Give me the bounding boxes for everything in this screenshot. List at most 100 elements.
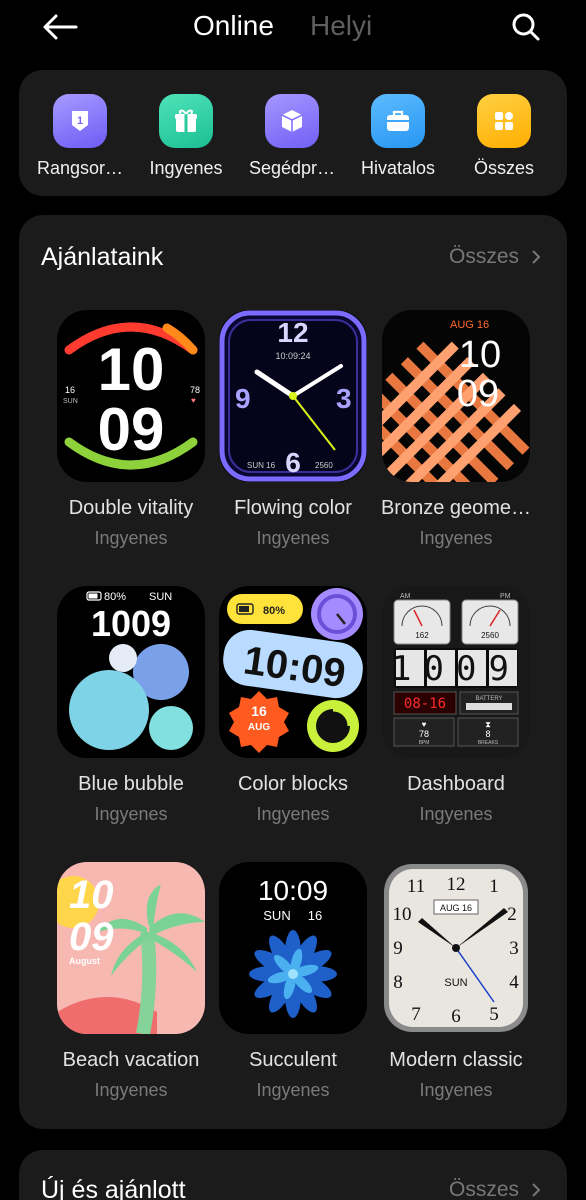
face-name: Double vitality bbox=[68, 497, 194, 519]
face-price: Ingyenes bbox=[419, 1080, 493, 1100]
face-3: 3 bbox=[336, 383, 352, 414]
face-dow: SUN bbox=[149, 591, 172, 603]
face-minute: 09 bbox=[69, 915, 114, 959]
face-bpm: 78 bbox=[419, 729, 429, 739]
double-vitality-preview: 10 09 16 SUN 78 ♥ bbox=[63, 322, 200, 470]
face-price: Ingyenes bbox=[256, 804, 330, 824]
tab-local[interactable]: Helyi bbox=[310, 10, 372, 42]
face-day: 16 bbox=[308, 908, 322, 923]
face-month: AUG bbox=[248, 722, 270, 733]
category-label: Rangsor… bbox=[36, 158, 124, 178]
category-all[interactable]: Összes bbox=[451, 94, 557, 179]
category-ranking[interactable]: 1 Rangsor… bbox=[27, 94, 133, 179]
flowing-color-preview: 12 10:09:24 9 3 6 SUN 16 2560 bbox=[219, 310, 367, 482]
see-all-button[interactable]: Összes bbox=[449, 245, 541, 269]
watchface-bronze-geometry[interactable]: AUG 16 10 09 bbox=[382, 310, 530, 482]
modern-classic-preview: 12 11 1 10 2 9 3 8 4 7 6 5 AUG 16 SUN bbox=[384, 864, 528, 1032]
face-date: SUN 16 bbox=[247, 461, 276, 470]
face-bpm-label: BPM bbox=[419, 740, 430, 746]
numeral-11: 11 bbox=[407, 876, 425, 897]
face-name: Bronze geome… bbox=[380, 497, 532, 519]
beach-preview: 10 09 August bbox=[57, 873, 205, 1034]
face-heart-rate: 78 bbox=[190, 385, 200, 395]
face-date: AUG 16 bbox=[440, 903, 472, 913]
face-dow: SUN bbox=[444, 977, 467, 989]
face-name: Modern classic bbox=[389, 1049, 523, 1071]
face-6: 6 bbox=[285, 447, 301, 478]
bronze-preview: AUG 16 10 09 bbox=[382, 319, 530, 482]
face-gauge2: 2560 bbox=[481, 631, 499, 640]
numeral-9: 9 bbox=[393, 938, 403, 959]
category-label: Segédpr… bbox=[248, 158, 336, 178]
face-hour: 10 bbox=[459, 334, 501, 376]
face-price: Ingyenes bbox=[94, 528, 168, 548]
numeral-7: 7 bbox=[411, 1004, 421, 1025]
face-pm: PM bbox=[500, 593, 511, 600]
watchface-modern-classic[interactable]: 12 11 1 10 2 9 3 8 4 7 6 5 AUG 16 SUN bbox=[382, 862, 530, 1034]
watchface-dashboard[interactable]: AM PM 162 2560 1009 08-16 BATTERY ♥ 78 B… bbox=[382, 586, 530, 758]
svg-text:1: 1 bbox=[77, 115, 83, 127]
face-price: Ingyenes bbox=[419, 528, 493, 548]
section-title: Új és ajánlott bbox=[41, 1176, 186, 1200]
face-battery: 80% bbox=[263, 605, 285, 617]
gift-icon bbox=[159, 94, 213, 148]
watchface-color-blocks[interactable]: 80% 10:09 16 AUG bbox=[219, 586, 367, 758]
category-official[interactable]: Hivatalos bbox=[345, 94, 451, 179]
face-date: 08-16 bbox=[404, 696, 446, 712]
face-name: Dashboard bbox=[407, 773, 505, 795]
watchface-flowing-color[interactable]: 12 10:09:24 9 3 6 SUN 16 2560 bbox=[219, 310, 367, 482]
back-button[interactable] bbox=[40, 10, 80, 44]
face-price: Ingyenes bbox=[94, 804, 168, 824]
search-button[interactable] bbox=[508, 9, 544, 45]
category-card: 1 Rangsor… Ingyenes Segédpr… Hivatalos Ö… bbox=[19, 70, 567, 196]
briefcase-icon bbox=[371, 94, 425, 148]
succulent-preview: 10:09 SUN 16 bbox=[249, 875, 337, 1018]
top-bar: Online Helyi bbox=[0, 0, 586, 58]
face-name: Beach vacation bbox=[62, 1049, 200, 1071]
new-recommended-section: Új és ajánlott Összes bbox=[19, 1150, 567, 1200]
face-name: Succulent bbox=[249, 1049, 337, 1071]
tab-online[interactable]: Online bbox=[193, 10, 274, 42]
see-all-button[interactable]: Összes bbox=[449, 1178, 541, 1200]
watchface-beach-vacation[interactable]: 10 09 August bbox=[57, 862, 205, 1034]
color-blocks-preview: 80% 10:09 16 AUG bbox=[223, 588, 363, 753]
search-icon bbox=[512, 13, 540, 41]
category-label: Ingyenes bbox=[149, 158, 223, 178]
numeral-10: 10 bbox=[393, 904, 412, 925]
watchface-double-vitality[interactable]: 10 09 16 SUN 78 ♥ bbox=[57, 310, 205, 482]
dashboard-preview: AM PM 162 2560 1009 08-16 BATTERY ♥ 78 B… bbox=[391, 593, 521, 747]
face-hour: 10 bbox=[98, 336, 165, 403]
face-name: Color blocks bbox=[237, 773, 349, 795]
face-price: Ingyenes bbox=[419, 804, 493, 824]
category-label: Összes bbox=[473, 158, 534, 178]
face-name: Flowing color bbox=[234, 497, 352, 519]
face-dow: SUN bbox=[263, 908, 290, 923]
face-day: 16 bbox=[251, 703, 267, 719]
face-dow: SUN bbox=[63, 398, 78, 405]
face-time: 10:09 bbox=[258, 875, 328, 906]
numeral-12: 12 bbox=[447, 874, 466, 895]
see-all-label: Összes bbox=[448, 1178, 519, 1200]
category-label: Hivatalos bbox=[360, 158, 436, 178]
face-name: Blue bubble bbox=[78, 773, 184, 795]
section-title: Ajánlataink bbox=[41, 243, 164, 271]
watchface-succulent[interactable]: 10:09 SUN 16 bbox=[219, 862, 367, 1034]
face-9: 9 bbox=[235, 383, 251, 414]
see-all-label: Összes bbox=[448, 245, 519, 268]
category-free[interactable]: Ingyenes bbox=[133, 94, 239, 179]
face-time: 10:09:24 bbox=[275, 351, 310, 361]
face-time: 1009 bbox=[391, 649, 521, 689]
face-am: AM bbox=[400, 593, 411, 600]
face-gauge1: 162 bbox=[415, 631, 429, 640]
blue-bubble-preview: 80% SUN 1009 bbox=[69, 591, 193, 750]
chevron-right-icon bbox=[532, 1183, 541, 1197]
face-breaks-label: BREAKS bbox=[478, 740, 499, 746]
face-month: August bbox=[69, 956, 100, 966]
category-tools[interactable]: Segédpr… bbox=[239, 94, 345, 179]
numeral-4: 4 bbox=[509, 972, 519, 993]
face-minute: 09 bbox=[457, 373, 499, 415]
face-time: 1009 bbox=[91, 603, 171, 644]
chevron-right-icon bbox=[532, 250, 541, 264]
watchface-blue-bubble[interactable]: 80% SUN 1009 bbox=[57, 586, 205, 758]
numeral-8: 8 bbox=[393, 972, 403, 993]
